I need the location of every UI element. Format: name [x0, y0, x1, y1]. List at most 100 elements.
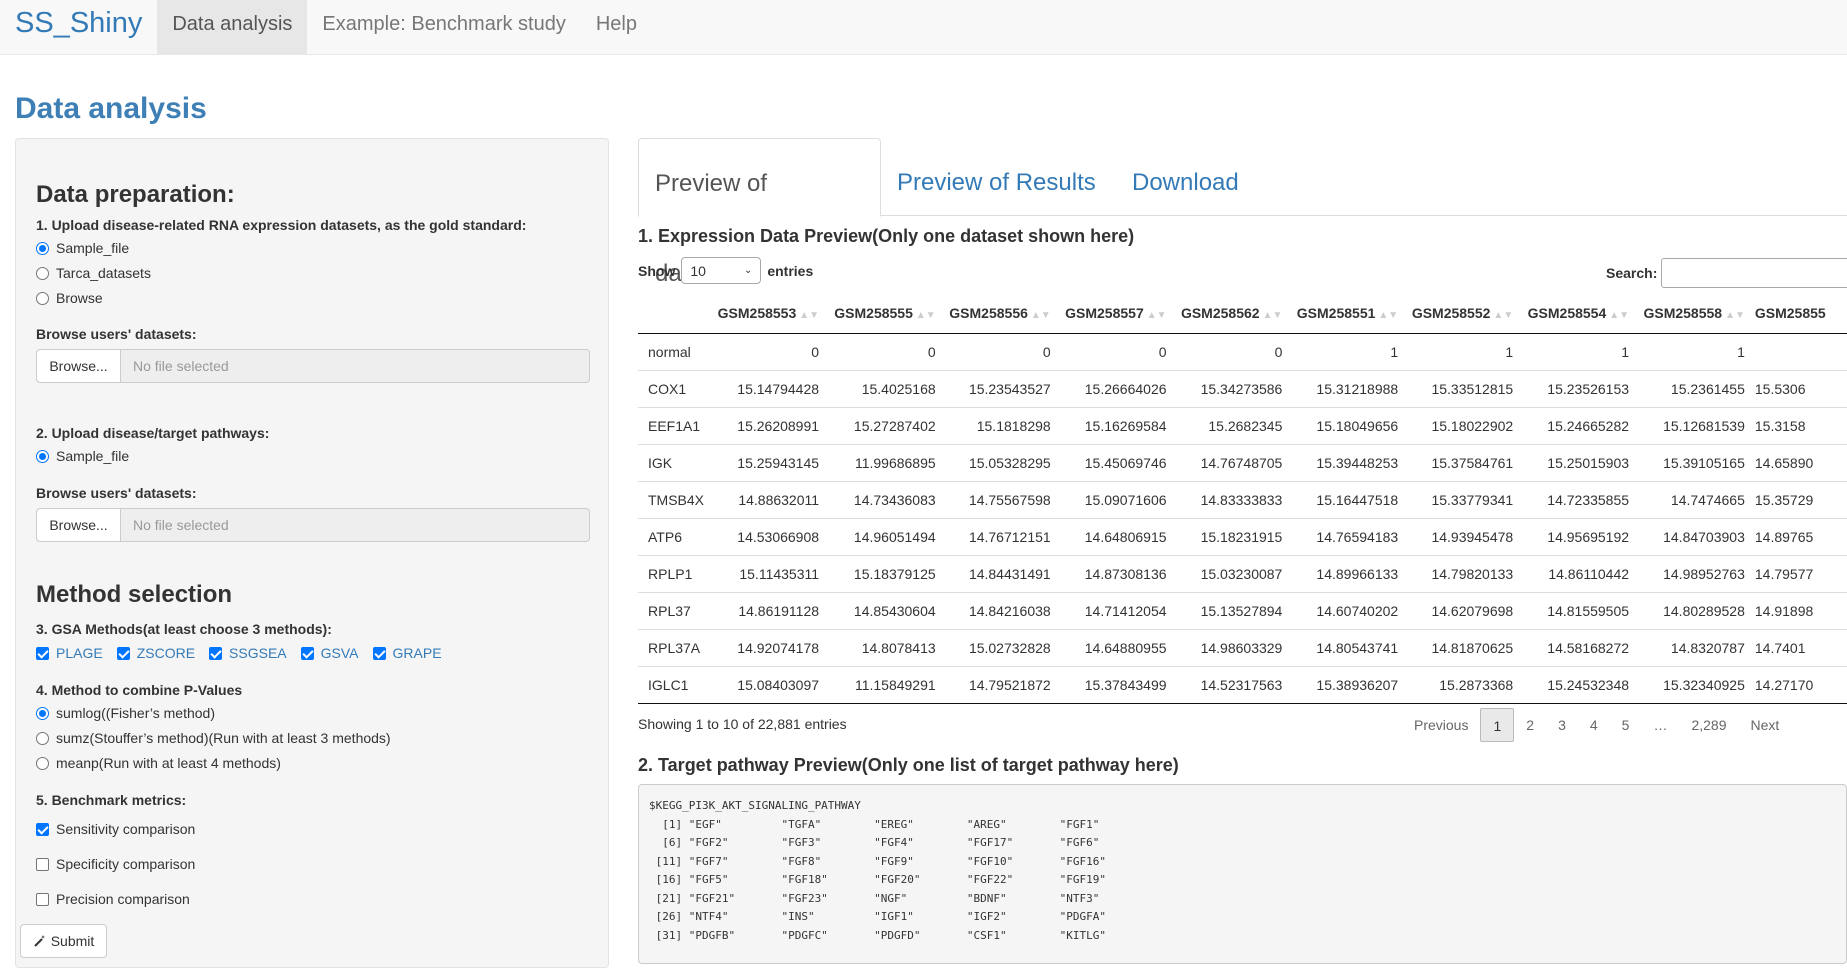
browse-pathways-label: Browse users' datasets: [36, 485, 197, 501]
table-cell: 15.27287402 [829, 406, 946, 444]
column-header[interactable]: GSM258556 ▲▼ [945, 293, 1061, 334]
chevron-down-icon: ⌄ [743, 265, 753, 276]
column-header[interactable]: GSM258557 ▲▼ [1060, 293, 1177, 334]
table-cell: 15.25015903 [1523, 443, 1640, 481]
checkbox-checked-icon[interactable] [36, 822, 49, 836]
radio-icon[interactable] [36, 731, 49, 745]
checkbox-checked-icon[interactable] [372, 646, 386, 660]
radio-pathway-sample-file[interactable]: Sample_file [36, 446, 129, 466]
radio-sample-file[interactable]: Sample_file [36, 238, 129, 258]
pathways-file-input[interactable]: Browse... No file selected [36, 508, 590, 542]
pager-next[interactable]: Next [1739, 708, 1792, 742]
tab-download[interactable]: Download [1116, 138, 1255, 216]
pager-previous[interactable]: Previous [1402, 708, 1480, 742]
table-cell: 14.95695192 [1523, 517, 1640, 555]
method-grape[interactable]: GRAPE [372, 645, 442, 661]
column-header[interactable]: GSM258551 ▲▼ [1292, 293, 1409, 334]
table-cell: 15.37843499 [1060, 665, 1177, 704]
checkbox-checked-icon[interactable] [300, 646, 314, 660]
search-input[interactable] [1661, 258, 1847, 288]
nav-tab-data-analysis[interactable]: Data analysis [157, 0, 308, 54]
checkbox-icon[interactable] [36, 857, 49, 871]
entries-select[interactable]: 10 ⌄ [681, 257, 762, 284]
method-gsva[interactable]: GSVA [300, 645, 359, 661]
table-info: Showing 1 to 10 of 22,881 entries [638, 716, 847, 732]
radio-icon[interactable] [36, 266, 49, 280]
table-cell: 1 [1621, 343, 1630, 360]
radio-icon[interactable] [36, 756, 49, 770]
browse-button[interactable]: Browse... [37, 350, 121, 382]
file-status: No file selected [133, 358, 229, 374]
browse-button[interactable]: Browse... [37, 509, 121, 541]
pager-page-3[interactable]: 3 [1546, 708, 1578, 742]
table-cell: 15.18022902 [1408, 406, 1524, 444]
table-cell: 15.38936207 [1292, 665, 1409, 704]
table-cell: 14.89966133 [1292, 554, 1409, 592]
table-cell: 14.60740202 [1292, 591, 1409, 629]
radio-icon[interactable] [36, 291, 49, 305]
pager-ellipsis: … [1653, 717, 1668, 733]
column-header[interactable]: GSM258552 ▲▼ [1408, 293, 1524, 334]
table-cell: 15.3158 [1754, 406, 1847, 444]
table-cell: 14.64806915 [1060, 517, 1177, 555]
submit-button[interactable]: Submit [20, 924, 107, 958]
nav-tab-example[interactable]: Example: Benchmark study [307, 0, 580, 54]
table-cell: 14.98952763 [1639, 554, 1755, 592]
column-header[interactable]: GSM25855 [1754, 293, 1847, 334]
radio-browse[interactable]: Browse [36, 288, 103, 308]
radio-tarca-datasets[interactable]: Tarca_datasets [36, 263, 151, 283]
table-cell: 14.64880955 [1060, 628, 1177, 666]
datasets-file-input[interactable]: Browse... No file selected [36, 349, 590, 383]
table-cell: 14.98603329 [1176, 628, 1293, 666]
radio-sumlog[interactable]: sumlog((Fisher’s method) [36, 703, 215, 723]
expression-table: GSM258553 ▲▼ GSM258555 ▲▼ GSM258556 ▲▼ GSM2… [638, 293, 1847, 704]
table-cell: 14.76748705 [1176, 443, 1293, 481]
pager-page-5[interactable]: 5 [1610, 708, 1642, 742]
tab-preview-results[interactable]: Preview of Results [881, 138, 1112, 216]
checkbox-checked-icon[interactable] [36, 646, 49, 660]
pager-page-last[interactable]: 2,289 [1679, 708, 1738, 742]
radio-meanp[interactable]: meanp(Run with at least 4 methods) [36, 753, 281, 773]
checkbox-checked-icon[interactable] [116, 646, 130, 660]
radio-selected-icon[interactable] [36, 241, 49, 255]
table-cell: 14.75567598 [945, 480, 1061, 518]
table-cell: 15.23543527 [945, 369, 1061, 407]
table-cell: 15.34273586 [1176, 369, 1293, 407]
table-cell: 1 [1505, 343, 1514, 360]
sort-icon: ▲▼ [1262, 309, 1283, 321]
table-cell: 15.32340925 [1639, 665, 1755, 704]
pager-page-4[interactable]: 4 [1578, 708, 1610, 742]
column-header-rowname[interactable] [638, 293, 715, 334]
method-plage[interactable]: PLAGE [36, 645, 103, 661]
column-header[interactable]: GSM258562 ▲▼ [1176, 293, 1293, 334]
benchmark-metrics-label: 5. Benchmark metrics: [36, 792, 187, 808]
radio-selected-icon[interactable] [36, 706, 49, 720]
checkbox-checked-icon[interactable] [209, 646, 223, 660]
radio-sumz[interactable]: sumz(Stouffer’s method)(Run with at leas… [36, 728, 391, 748]
column-header[interactable]: GSM258558 ▲▼ [1639, 293, 1755, 334]
metric-specificity[interactable]: Specificity comparison [36, 854, 195, 874]
method-ssgsea[interactable]: SSGSEA [209, 645, 287, 661]
sort-icon: ▲▼ [799, 309, 820, 321]
column-header[interactable]: GSM258553 ▲▼ [714, 293, 830, 334]
tab-preview-datasets[interactable]: Preview of datasets [638, 138, 881, 287]
radio-selected-icon[interactable] [36, 449, 49, 463]
brand-link[interactable]: SS_Shiny [0, 0, 157, 54]
row-label-cell: ATP6 [638, 517, 715, 555]
table-cell: 14.8320787 [1639, 628, 1755, 666]
row-label-cell: COX1 [638, 369, 715, 407]
column-header[interactable]: GSM258554 ▲▼ [1523, 293, 1640, 334]
metric-sensitivity[interactable]: Sensitivity comparison [36, 819, 195, 839]
method-zscore[interactable]: ZSCORE [116, 645, 195, 661]
row-label-cell: RPL37A [638, 628, 715, 666]
table-cell: 14.80543741 [1292, 628, 1409, 666]
table-cell: 15.11435311 [714, 554, 830, 592]
table-cell: 14.85430604 [829, 591, 946, 629]
nav-tab-help[interactable]: Help [581, 0, 652, 54]
table-row: TMSB4X 14.88632011 14.73436083 14.75567598 1… [638, 480, 1847, 518]
pager-page-2[interactable]: 2 [1514, 708, 1546, 742]
column-header[interactable]: GSM258555 ▲▼ [829, 293, 946, 334]
metric-precision[interactable]: Precision comparison [36, 889, 190, 909]
checkbox-icon[interactable] [36, 892, 49, 906]
pager-page-1[interactable]: 1 [1480, 708, 1515, 742]
